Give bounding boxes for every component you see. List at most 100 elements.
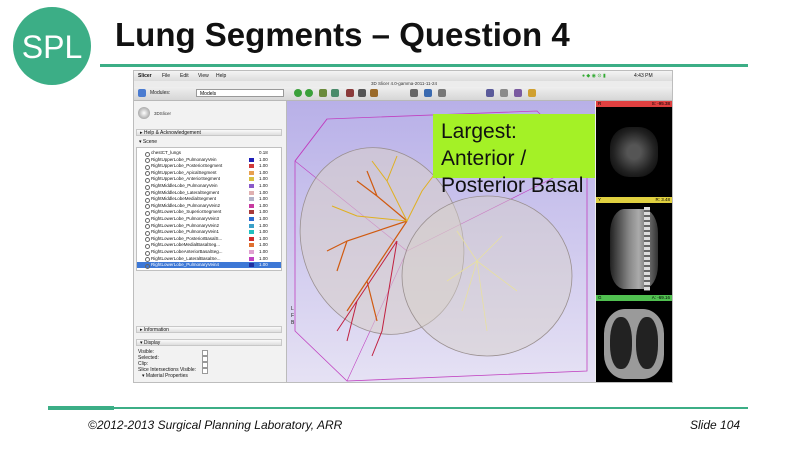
tree-row-opacity: 1.00 [259, 163, 268, 169]
scene-label: Scene [142, 139, 158, 145]
material-properties-header[interactable]: ▾ Material Properties [142, 373, 188, 379]
tree-row[interactable]: RightUpperLobe_ApicalSegment 1.00 [137, 169, 281, 177]
model-color-swatch[interactable] [249, 197, 254, 202]
tree-row[interactable]: RightUpperLobe_PosteriorSegment 1.00 [137, 163, 281, 170]
tree-row-label: RightLowerLobe_PulmonaryVein3 [151, 216, 220, 221]
tree-row[interactable]: RightUpperLobe_PulmonaryVein 1.00 [137, 156, 281, 164]
model-color-swatch[interactable] [249, 210, 254, 215]
model-tree[interactable]: chestCT_lungs 0.18 RightUpperLobe_Pulmonar… [136, 147, 282, 271]
scene-header[interactable]: ▾ Scene [136, 139, 282, 146]
orientation-letters: L F B [291, 306, 294, 327]
menu-slicer[interactable]: Slicer [138, 73, 152, 79]
model-color-swatch[interactable] [249, 236, 254, 241]
model-color-swatch[interactable] [249, 230, 254, 235]
slicer-home-icon[interactable] [138, 89, 146, 97]
slicer-window: Slicer File Edit View Help ● ◆ ◉ ⊙ ▮ 4:4… [133, 70, 673, 383]
modules-select[interactable]: Models [196, 89, 284, 97]
model-color-swatch[interactable] [249, 164, 254, 169]
crosshair-icon[interactable] [424, 89, 432, 97]
slice-views: R S: -95.38 Y R: 3.48 G A: -69.16 [596, 101, 672, 382]
red-slice-view[interactable] [596, 107, 672, 195]
model-color-swatch[interactable] [249, 250, 254, 254]
clock: 4:43 PM [634, 73, 653, 79]
tree-row-label: RightUpperLobe_ApicalSegment [151, 169, 217, 175]
model-color-swatch[interactable] [249, 177, 254, 182]
tree-row-opacity: 1.00 [259, 249, 268, 254]
editor-icon[interactable] [370, 89, 378, 97]
tree-row[interactable]: RightLowerLobe_PulmonaryVein3 1.00 [137, 216, 281, 223]
volumes-icon[interactable] [358, 89, 366, 97]
model-color-swatch[interactable] [249, 223, 254, 228]
information-section-header[interactable]: ▸ Information [136, 326, 282, 333]
tree-row[interactable]: RightLowerLobe_LateralBasalSe... 1.00 [137, 255, 281, 263]
model-color-swatch[interactable] [249, 203, 254, 208]
tree-row-label: RightLowerLobe_PulmonaryVein4 [151, 262, 220, 268]
tree-row-label: RightLowerLobe_PulmonaryVein1 [151, 229, 220, 235]
load-data-icon[interactable] [319, 89, 327, 97]
model-color-swatch[interactable] [249, 256, 254, 261]
toolbar: Modules: Models [134, 87, 672, 101]
tree-row[interactable]: RightMiddleLobe_LateralSegment 1.00 [137, 190, 281, 197]
scene-view-icon[interactable] [500, 89, 508, 97]
footer-copyright: ©2012-2013 Surgical Planning Laboratory,… [88, 418, 343, 432]
yellow-slice-view[interactable] [596, 203, 672, 293]
tree-row-label: RightUpperLobe_AnteriorSegment [151, 176, 221, 182]
forward-icon[interactable] [305, 89, 313, 97]
tree-row[interactable]: RightMiddleLobeMedialSegment 1.00 [137, 196, 281, 203]
tree-row-opacity: 1.00 [259, 176, 268, 182]
model-color-swatch[interactable] [249, 190, 254, 195]
green-slice-view[interactable] [596, 301, 672, 382]
tree-row-opacity: 1.00 [259, 255, 268, 261]
help-section-header[interactable]: ▸ Help & Acknowledgement [136, 129, 282, 136]
back-icon[interactable] [294, 89, 302, 97]
save-icon[interactable] [331, 89, 339, 97]
tree-row-label: RightUpperLobe_PulmonaryVein [151, 156, 217, 162]
screenshot-icon[interactable] [486, 89, 494, 97]
slice-intersections-checkbox[interactable] [202, 368, 208, 374]
tree-row[interactable]: RightLowerLobe_PulmonaryVein4 1.00 [137, 262, 281, 269]
slicer-name: 3DSlicer [154, 111, 172, 116]
tree-row-opacity: 1.00 [259, 156, 268, 162]
display-section-header[interactable]: ▾ Display [136, 339, 282, 346]
model-color-swatch[interactable] [249, 151, 254, 155]
menu-edit[interactable]: Edit [180, 73, 189, 79]
tree-row[interactable]: RightLowerLobe_PulmonaryVein1 1.00 [137, 229, 281, 236]
model-color-swatch[interactable] [249, 170, 254, 175]
tree-row[interactable]: RightLowerLobeAnteriorBasalSeg... 1.00 [137, 249, 281, 256]
tree-row[interactable]: RightMiddleLobe_PulmonaryVein 1.00 [137, 183, 281, 190]
tree-row-opacity: 1.00 [259, 196, 268, 202]
mouse-mode-icon[interactable] [438, 89, 446, 97]
tree-row[interactable]: RightMiddleLobe_PulmonaryVein2 1.00 [137, 203, 281, 210]
layout-icon[interactable] [410, 89, 418, 97]
menu-view[interactable]: View [198, 73, 209, 79]
model-color-swatch[interactable] [249, 263, 254, 268]
display-section-label: Display [143, 340, 161, 346]
model-color-swatch[interactable] [249, 184, 254, 188]
tree-row-label: RightMiddleLobe_PulmonaryVein [151, 183, 218, 188]
footer-divider [48, 407, 748, 409]
model-color-swatch[interactable] [249, 217, 254, 221]
place-icon[interactable] [528, 89, 536, 97]
tree-row[interactable]: RightLowerLobe_PosteriorBasalS... 1.00 [137, 235, 281, 243]
fiducial-icon[interactable] [514, 89, 522, 97]
tree-row[interactable]: RightUpperLobe_AnteriorSegment 1.00 [137, 176, 281, 183]
tree-row[interactable]: RightLowerLobe_SuperiorSegment 1.00 [137, 209, 281, 216]
tree-row-label: RightLowerLobe_PosteriorBasalS... [151, 235, 223, 241]
model-color-swatch[interactable] [249, 243, 254, 248]
material-properties-label: Material Properties [145, 373, 188, 379]
tree-row-opacity: 1.00 [259, 229, 268, 235]
3d-view[interactable]: L F B Largest: Anterior / Posterior Basa… [287, 101, 595, 382]
tree-row-opacity: 1.00 [259, 169, 268, 175]
menu-help[interactable]: Help [216, 73, 226, 79]
title-divider [100, 64, 748, 67]
tree-row[interactable]: RightLowerLobe_PulmonaryVein2 1.00 [137, 223, 281, 230]
tree-row-opacity: 1.00 [259, 183, 268, 188]
models-icon[interactable] [346, 89, 354, 97]
tree-row[interactable]: RightLowerLobeMedialBasalSeg... 1.00 [137, 242, 281, 249]
slide-title: Lung Segments – Question 4 [115, 16, 570, 53]
visibility-eye-icon[interactable] [145, 263, 150, 269]
tree-row[interactable]: chestCT_lungs 0.18 [137, 150, 281, 157]
model-color-swatch[interactable] [249, 157, 254, 162]
spl-logo: SPL [13, 7, 91, 85]
menu-file[interactable]: File [162, 73, 170, 79]
